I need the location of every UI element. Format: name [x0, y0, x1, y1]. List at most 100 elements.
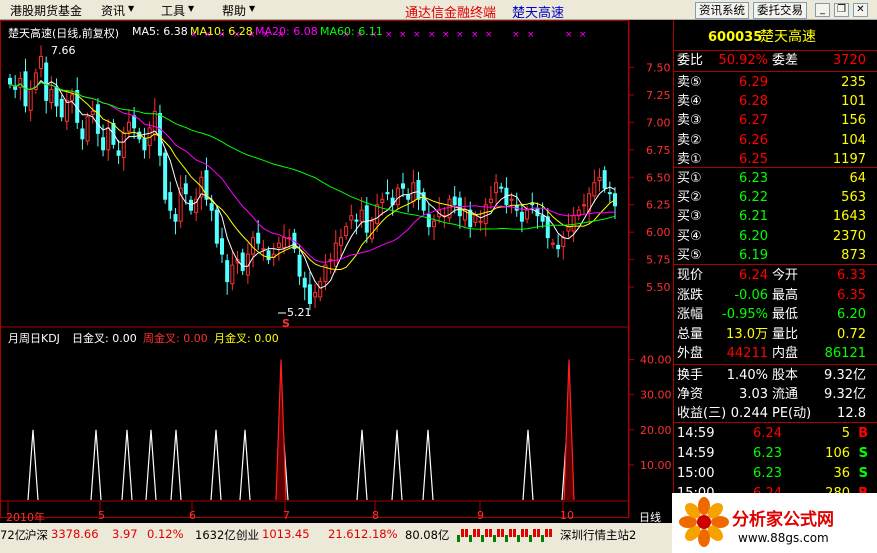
- candle-body: [225, 260, 230, 283]
- kdj-red-peak: [275, 359, 287, 501]
- info-row: 换手 1.40% 股本 9.32亿: [674, 366, 877, 385]
- buy-volume: 563: [841, 190, 866, 206]
- status-gem-amount: 80.08亿: [405, 528, 450, 542]
- signal-marker: ×: [471, 30, 479, 40]
- tick-row: 15:00 6.23 36 S: [674, 464, 877, 483]
- status-sh-sz-index: 3378.66: [51, 527, 99, 541]
- tick-row: 14:59 6.23 106 S: [674, 444, 877, 463]
- candle-body: [318, 281, 323, 298]
- date-label-5: 5: [98, 509, 105, 522]
- status-sh-sz-amount: 1632亿: [195, 528, 236, 542]
- candle-body: [349, 215, 354, 221]
- info-label: 股本: [772, 368, 799, 383]
- candle-body: [80, 128, 85, 140]
- weibi-row: 委比 50.92% 委差 3720: [674, 51, 877, 70]
- logo-text: 分析家公式网: [732, 510, 834, 530]
- candle-body: [406, 194, 411, 200]
- candle-body: [266, 250, 271, 261]
- minimize-icon[interactable]: _: [815, 3, 830, 17]
- buy-row: 买③ 6.21 1643: [674, 207, 877, 226]
- tick-row: 14:59 6.24 5 B: [674, 424, 877, 443]
- candle-body: [566, 226, 571, 232]
- buy-price: 6.20: [739, 228, 768, 244]
- status-mini-bar: [457, 535, 460, 542]
- status-mini-bar: [461, 529, 464, 537]
- candle-body: [385, 192, 390, 195]
- candle-body: [313, 292, 318, 298]
- ma10-line: [9, 81, 616, 270]
- news-system-button[interactable]: 资讯系统: [695, 2, 749, 19]
- kdj-tick-label: 30.00: [640, 389, 672, 402]
- buy-level-label: 买②: [677, 190, 702, 206]
- tick-volume: 36: [833, 466, 850, 481]
- candle-body: [126, 121, 131, 132]
- kdj-white-peak: [356, 429, 368, 501]
- status-server[interactable]: 深圳行情主站2: [560, 527, 636, 543]
- chart-canvas[interactable]: × × × × × × × × × × × × × × × × × × × × × × 7.507.257.006.756…: [0, 20, 672, 523]
- candle-body: [209, 203, 214, 211]
- candle-body: [70, 94, 75, 101]
- stock-header: 600035 楚天高速: [674, 28, 877, 47]
- stat-value: 6.33: [837, 268, 866, 283]
- candle-body: [297, 254, 302, 277]
- close-icon[interactable]: ✕: [853, 3, 868, 17]
- candle-body: [540, 215, 545, 222]
- menu-hk-futures-funds[interactable]: 港股期货基金: [10, 2, 82, 19]
- candlestick-series: [8, 45, 617, 311]
- status-gem-index: 1013.45: [262, 527, 310, 541]
- status-sh-sz-label: 沪深: [25, 528, 48, 542]
- candle-body: [183, 183, 188, 195]
- weibi-value: 50.92%: [718, 53, 768, 68]
- candle-body: [116, 150, 121, 156]
- candle-body: [282, 237, 287, 249]
- candle-body: [163, 152, 168, 200]
- weibi-label: 委比: [677, 53, 704, 68]
- app-window: 港股期货基金 资讯 ▼ 工具 ▼ 帮助 ▼ 通达信金融终端 楚天高速 资讯系统 …: [0, 0, 877, 553]
- buy-level-label: 买⑤: [677, 247, 702, 263]
- menu-news-dropdown-icon: ▼: [128, 4, 135, 13]
- chart-area[interactable]: × × × × × × × × × × × × × × × × × × × × × × 7.50 7.25 7.00 6.75 6…: [0, 20, 672, 524]
- candle-body: [173, 214, 178, 222]
- candle-body: [432, 220, 437, 228]
- ma-lines: × × × × × × × × × × × × × × × × × × × × × ×: [9, 30, 616, 314]
- candle-body: [607, 192, 612, 195]
- date-label-9: 9: [477, 509, 484, 522]
- signal-marker: ×: [385, 30, 393, 40]
- menu-tools[interactable]: 工具: [161, 2, 185, 19]
- sell-level-label: 卖①: [677, 151, 702, 167]
- kdj-white-peak: [27, 429, 39, 501]
- stat-value: 13.0万: [726, 326, 768, 342]
- status-mini-bar: [465, 529, 468, 537]
- sell-row: 卖⑤ 6.29 235: [674, 73, 877, 92]
- signal-marker: ×: [512, 30, 520, 40]
- status-sh-sz-pct: 0.12%: [147, 527, 184, 541]
- stat-value: 6.20: [837, 307, 866, 322]
- ma20-label: MA20: 6.08: [255, 25, 318, 38]
- info-label: 流通: [772, 387, 799, 402]
- stat-label: 今开: [772, 268, 799, 283]
- tick-price: 6.24: [753, 426, 782, 441]
- signal-marker: ×: [413, 30, 421, 40]
- stat-label: 涨跌: [677, 287, 704, 303]
- stat-value: 44211: [726, 346, 768, 361]
- candle-body: [519, 211, 524, 222]
- price-tick-label: 6.75: [646, 144, 671, 157]
- stat-value: 6.35: [837, 287, 866, 303]
- candle-body: [597, 176, 602, 182]
- candle-body: [101, 137, 106, 151]
- menu-help[interactable]: 帮助: [222, 2, 246, 19]
- signal-marker: ×: [565, 30, 573, 40]
- price-tick-label: 7.25: [646, 89, 671, 102]
- restore-icon[interactable]: ❐: [834, 3, 849, 17]
- kdj-white-peak: [239, 429, 251, 501]
- high-price-label: 7.66: [51, 44, 76, 57]
- trade-button[interactable]: 委托交易: [753, 2, 807, 19]
- quote-panel: 600035 楚天高速 委比 50.92% 委差 3720 卖⑤ 6.29 235 卖…: [673, 20, 877, 523]
- kdj-white-peak: [522, 429, 534, 501]
- status-mini-bar: [537, 529, 540, 537]
- watermark-logo: 分析家公式网 www.88gs.com: [672, 493, 877, 553]
- logo-flower-icon: [679, 497, 729, 547]
- candle-body: [188, 199, 193, 211]
- menu-news[interactable]: 资讯: [101, 2, 125, 19]
- status-mini-bar: [541, 535, 544, 542]
